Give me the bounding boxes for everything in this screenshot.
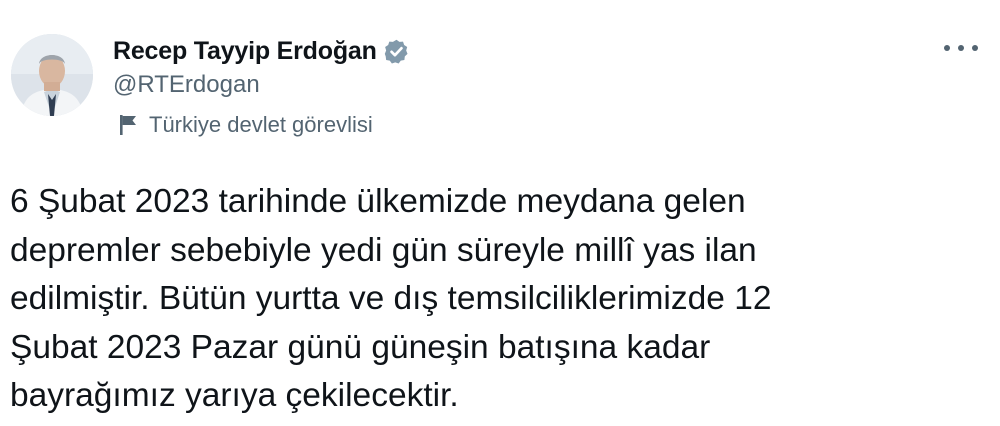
tweet-text: 6 Şubat 2023 tarihinde ülkemizde meydana… bbox=[10, 183, 772, 414]
more-options-icon[interactable] bbox=[944, 36, 978, 60]
dot-icon bbox=[972, 45, 978, 51]
dot-icon bbox=[958, 45, 964, 51]
avatar-image bbox=[11, 34, 93, 116]
author-name-row: Recep Tayyip Erdoğan bbox=[113, 34, 410, 68]
account-label[interactable]: Türkiye devlet görevlisi bbox=[119, 110, 373, 140]
dot-icon bbox=[944, 45, 950, 51]
avatar[interactable] bbox=[11, 34, 93, 116]
verified-badge-icon bbox=[384, 39, 408, 64]
author-name[interactable]: Recep Tayyip Erdoğan bbox=[113, 37, 377, 66]
author-handle[interactable]: @RTErdogan bbox=[113, 71, 260, 99]
flag-icon bbox=[120, 115, 136, 135]
account-label-text: Türkiye devlet görevlisi bbox=[149, 112, 373, 137]
tweet-card: Recep Tayyip Erdoğan @RTErdogan Türkiye … bbox=[0, 0, 1000, 426]
